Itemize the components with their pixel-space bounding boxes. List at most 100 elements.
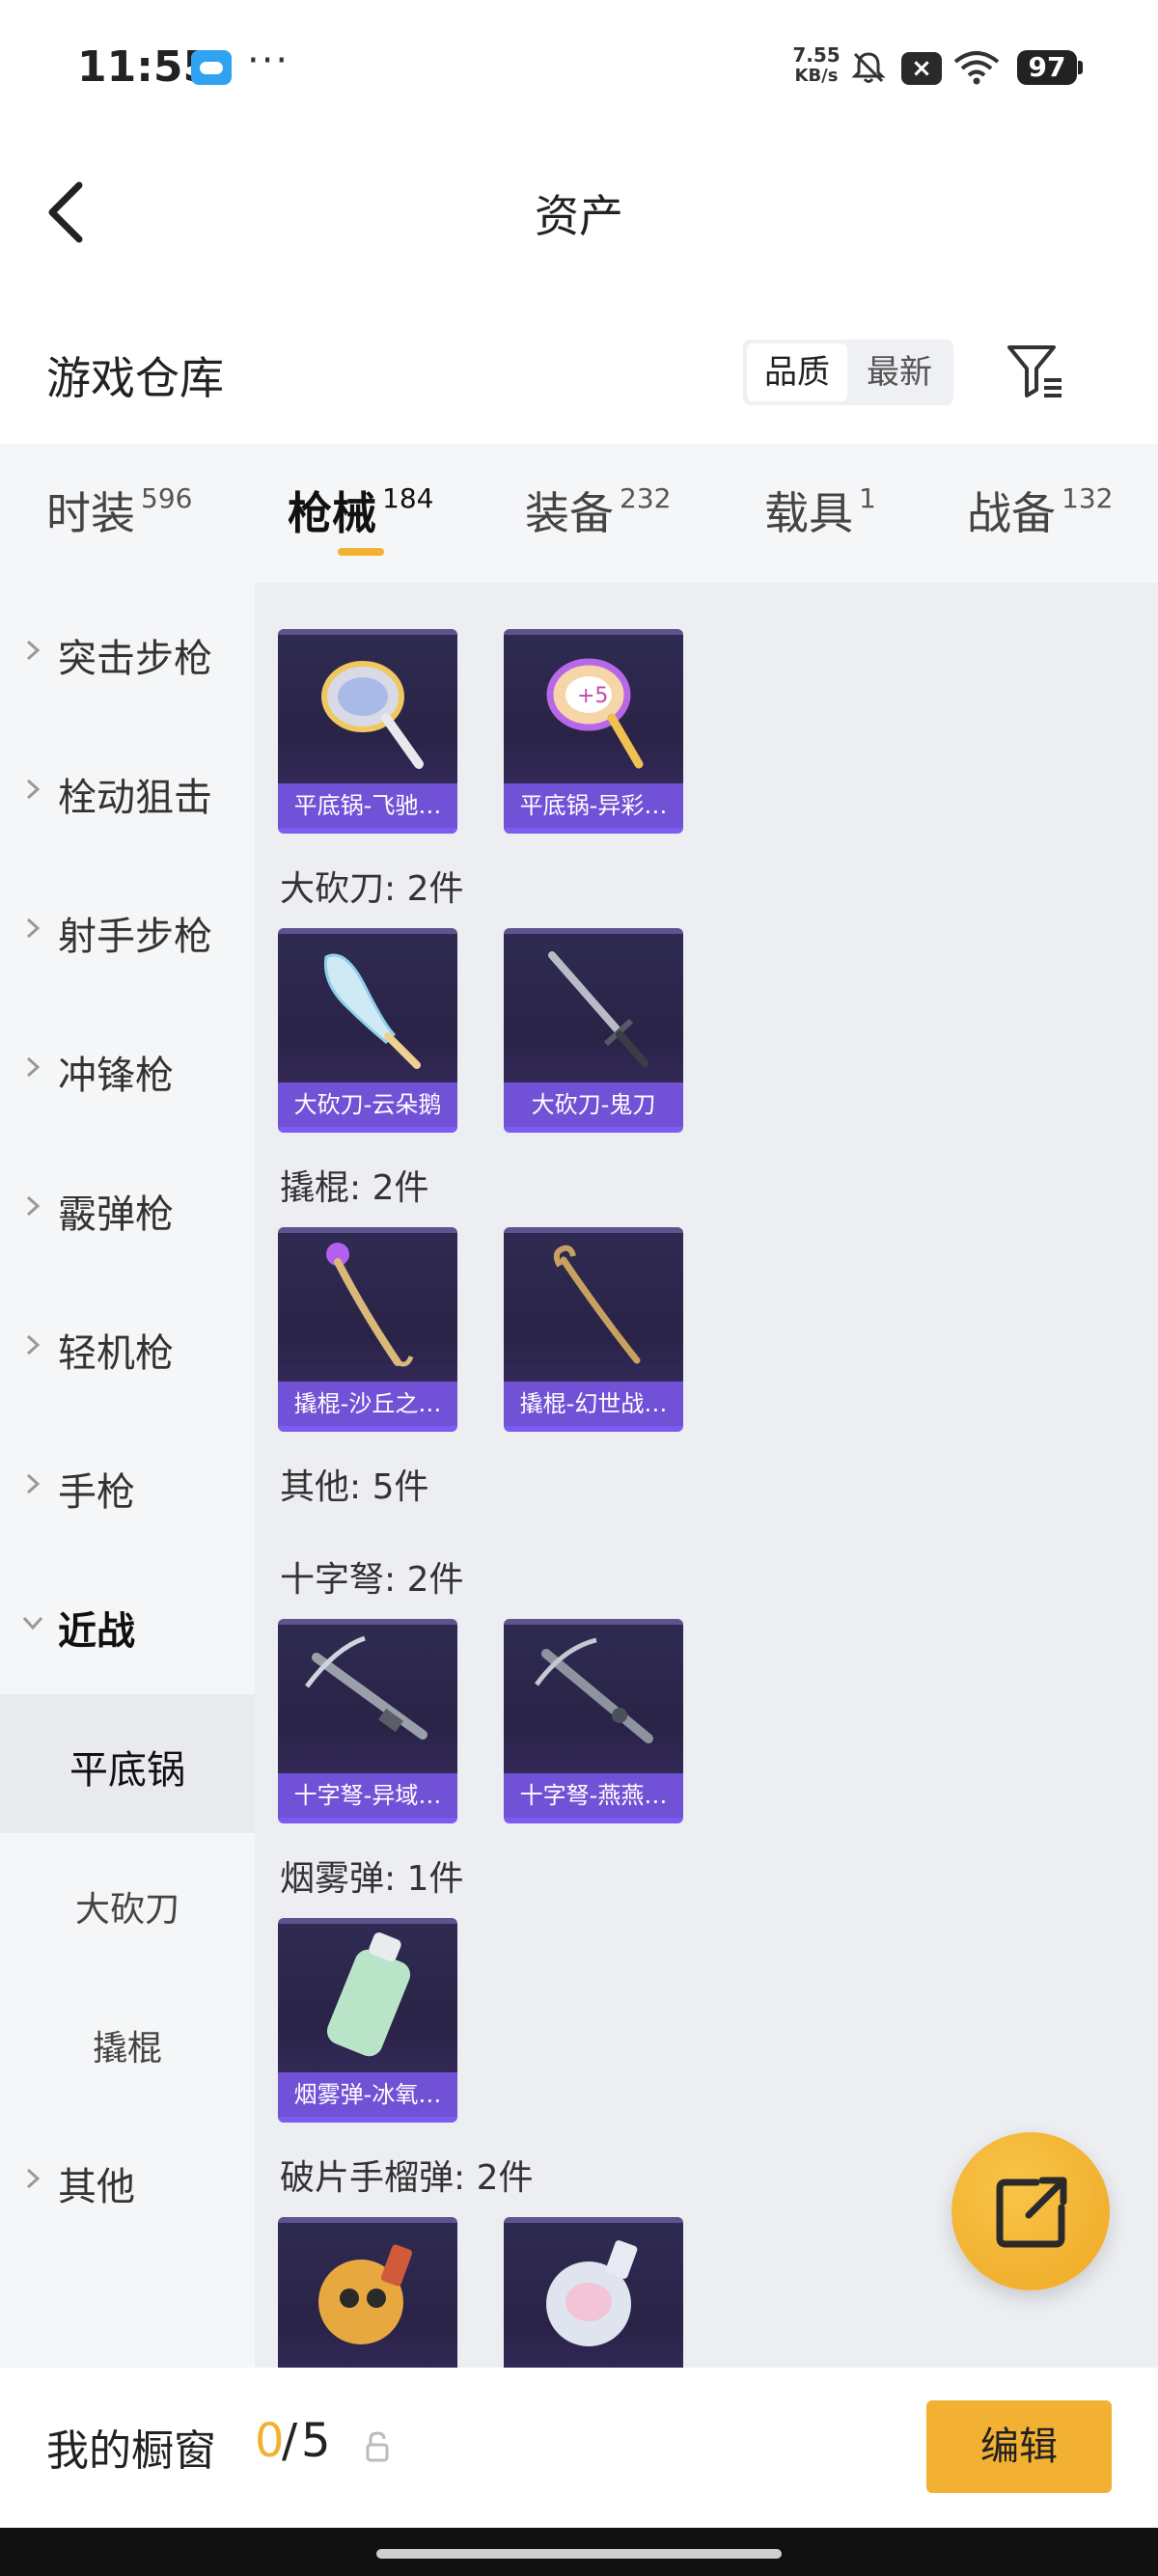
item-name: 十字弩-燕燕… [504, 1773, 683, 1818]
item-grid: 平底锅-飞驰… +5 平底锅-异彩… 大砍刀: 2件 大砍刀-云朵鹅 大砍刀-鬼… [255, 583, 1158, 2368]
sidebar-item-label: 手枪 [58, 1470, 135, 1515]
lock-icon [366, 2431, 389, 2462]
tab-label: 战备 [967, 487, 1056, 539]
tab-battle-gear[interactable]: 战备 132 [967, 479, 1113, 556]
tab-equipment[interactable]: 装备 232 [525, 479, 671, 556]
crossbow-art [305, 1635, 427, 1740]
status-bar: 11:55 ··· 7.55 KB/s × 97 [0, 0, 1158, 135]
section-title: 撬棍: 2件 [280, 1168, 429, 1208]
sidebar-item-label: 突击步枪 [58, 637, 212, 681]
section-title: 大砍刀: 2件 [280, 869, 464, 909]
network-speed-unit: KB/s [794, 66, 839, 86]
page-title: 资产 [535, 190, 623, 242]
item-name: 撬棍-幻世战… [504, 1382, 683, 1426]
item-card[interactable] [278, 2217, 457, 2368]
frag-grenade-art [546, 2240, 638, 2346]
tab-count: 132 [1062, 482, 1114, 514]
sort-toggle: 品质 最新 [743, 340, 953, 405]
external-link-icon [996, 2177, 1067, 2248]
sidebar-item-label: 射手步枪 [58, 915, 212, 959]
item-card[interactable]: 烟雾弹-冰氧… [278, 1918, 457, 2123]
tab-label: 装备 [525, 487, 614, 539]
bell-muted-icon [851, 52, 886, 83]
sidebar-item-pistols[interactable]: 手枪 [0, 1416, 255, 1555]
item-name: 烟雾弹-冰氧… [278, 2072, 457, 2117]
chevron-right-icon [26, 1056, 41, 1078]
sidebar-subitem-label: 平底锅 [69, 1748, 185, 1793]
item-card[interactable]: 十字弩-异域… [278, 1619, 457, 1823]
chevron-right-icon [26, 1195, 41, 1217]
edit-button[interactable]: 编辑 [926, 2400, 1112, 2493]
sidebar-item-smgs[interactable]: 冲锋枪 [0, 1000, 255, 1138]
item-card[interactable]: 撬棍-沙丘之… [278, 1227, 457, 1432]
showcase-bar: 我的橱窗 0 / 5 编辑 [0, 2368, 1158, 2528]
sidebar-item-label: 栓动狙击 [58, 776, 212, 820]
battery-level: 97 [1017, 50, 1083, 85]
item-card[interactable]: 平底锅-飞驰… [278, 629, 457, 834]
wifi-icon [953, 51, 1000, 85]
network-speed-value: 7.55 [792, 43, 841, 67]
sidebar-item-melee[interactable]: 近战 [0, 1555, 255, 1694]
item-name: 撬棍-沙丘之… [278, 1382, 457, 1426]
sidebar-item-label: 其他 [58, 2165, 135, 2209]
tab-fashion[interactable]: 时装 596 [46, 479, 192, 556]
warehouse-title: 游戏仓库 [46, 352, 224, 404]
crowbar-art [553, 1245, 641, 1364]
warehouse-bar: 游戏仓库 品质 最新 [0, 318, 1158, 434]
item-card[interactable] [504, 2217, 683, 2368]
active-tab-indicator [338, 548, 384, 556]
sidebar-item-label: 轻机枪 [58, 1331, 174, 1376]
sidebar-subitem-frying-pan[interactable]: 平底锅 [0, 1694, 255, 1833]
sidebar-item-label: 近战 [58, 1609, 135, 1654]
machete-art [323, 953, 421, 1069]
item-card[interactable]: 十字弩-燕燕… [504, 1619, 683, 1823]
chevron-down-icon [22, 1616, 43, 1631]
item-card[interactable]: +5 平底锅-异彩… [504, 629, 683, 834]
smoke-grenade-art [326, 1932, 411, 2057]
section-title: 烟雾弹: 1件 [280, 1859, 464, 1899]
sort-quality-button[interactable]: 品质 [747, 343, 847, 401]
weapon-category-sidebar: 突击步枪 栓动狙击 射手步枪 冲锋枪 霰弹枪 轻机枪 手枪 近战 平底锅 大砍刀… [0, 583, 255, 2368]
more-notifications-icon: ··· [247, 39, 290, 83]
tab-label: 时装 [46, 487, 135, 539]
item-card[interactable]: 大砍刀-鬼刀 [504, 928, 683, 1133]
frying-pan-art: +5 [546, 658, 644, 769]
sidebar-item-marksman-rifles[interactable]: 射手步枪 [0, 861, 255, 1000]
filter-icon[interactable] [1004, 340, 1067, 403]
sidebar-subitem-label: 撬棍 [92, 2029, 162, 2069]
sidebar-item-lmgs[interactable]: 轻机枪 [0, 1277, 255, 1416]
machete-art [548, 951, 648, 1067]
network-speed: 7.55 KB/s [789, 44, 843, 87]
system-nav-bar [0, 2528, 1158, 2576]
frying-pan-art [321, 661, 424, 769]
section-title: 十字弩: 2件 [280, 1560, 464, 1600]
tab-count: 232 [620, 482, 672, 514]
sidebar-subitem-crowbar[interactable]: 撬棍 [0, 1972, 255, 2111]
sidebar-item-assault-rifles[interactable]: 突击步枪 [0, 583, 255, 722]
item-name: 平底锅-飞驰… [278, 783, 457, 828]
item-name: 十字弩-异域… [278, 1773, 457, 1818]
home-gesture-bar[interactable] [376, 2549, 782, 2559]
sidebar-item-other[interactable]: 其他 [0, 2111, 255, 2250]
item-card[interactable]: 撬棍-幻世战… [504, 1227, 683, 1432]
tab-count: 596 [141, 482, 193, 514]
section-title: 其他: 5件 [280, 1467, 429, 1507]
crossbow-art [534, 1637, 653, 1743]
sidebar-subitem-machete[interactable]: 大砍刀 [0, 1833, 255, 1972]
sort-newest-button[interactable]: 最新 [849, 343, 950, 401]
item-card[interactable]: 大砍刀-云朵鹅 [278, 928, 457, 1133]
tab-firearms[interactable]: 枪械 184 [288, 479, 433, 556]
sidebar-item-shotguns[interactable]: 霰弹枪 [0, 1138, 255, 1277]
sidebar-item-label: 冲锋枪 [58, 1054, 174, 1098]
showcase-label: 我的橱窗 [46, 2426, 216, 2476]
share-button[interactable] [951, 2132, 1110, 2290]
chevron-right-icon [26, 1473, 41, 1494]
svg-text:+5: +5 [577, 684, 608, 708]
sidebar-item-bolt-action-snipers[interactable]: 栓动狙击 [0, 722, 255, 861]
chevron-right-icon [26, 779, 41, 800]
showcase-max-count: 5 [301, 2414, 331, 2468]
section-title: 破片手榴弹: 2件 [280, 2158, 534, 2198]
tab-vehicles[interactable]: 载具 1 [764, 479, 876, 556]
tab-label: 枪械 [288, 487, 376, 539]
showcase-separator: / [282, 2414, 298, 2468]
